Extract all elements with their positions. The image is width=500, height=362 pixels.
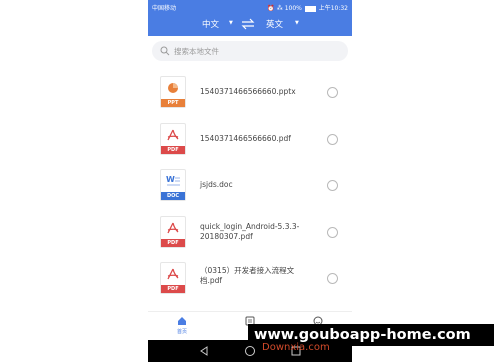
- file-row[interactable]: PDF 1540371466566660.pdf: [148, 123, 352, 163]
- svg-text:W: W: [166, 175, 175, 184]
- status-indicators: ⏰ ⁂ 100%: [267, 5, 304, 12]
- pdf-logo-icon: [167, 222, 179, 234]
- pdf-file-icon: PDF: [160, 216, 186, 248]
- status-time: 上午10:32: [318, 5, 348, 12]
- select-radio[interactable]: [327, 87, 338, 98]
- pdf-file-icon: PDF: [160, 123, 186, 155]
- file-name: 1540371466566660.pptx: [200, 87, 296, 96]
- source-language-selector[interactable]: 中文: [202, 18, 219, 30]
- file-type-badge: PDF: [161, 285, 185, 293]
- watermark-sub: Downxia.com: [262, 342, 330, 353]
- file-name: （0315）开发者接入流程文档.pdf: [200, 266, 295, 285]
- file-type-badge: PDF: [161, 146, 185, 154]
- file-name: quick_login_Android-5.3.3-20180307.pdf: [200, 222, 300, 241]
- caret-down-icon[interactable]: ▼: [229, 20, 233, 26]
- file-row[interactable]: PDF （0315）开发者接入流程文档.pdf: [148, 262, 352, 302]
- home-icon: [178, 317, 186, 325]
- phone-screen: 中国移动 ⏰ ⁂ 100% 上午10:32 中文 ▼ 英文 ▼ 搜索本地文件 P…: [148, 0, 352, 362]
- ppt-file-icon: PPT: [160, 76, 186, 108]
- file-type-badge: PPT: [161, 99, 185, 107]
- tab-home[interactable]: 首页: [162, 316, 202, 338]
- select-radio[interactable]: [327, 134, 338, 145]
- select-radio[interactable]: [327, 227, 338, 238]
- battery-icon: [304, 5, 316, 12]
- status-right: ⏰ ⁂ 100% 上午10:32: [267, 3, 348, 12]
- search-icon: [160, 46, 170, 56]
- doc-file-icon: W DOC: [160, 169, 186, 201]
- file-row[interactable]: PPT 1540371466566660.pptx: [148, 76, 352, 116]
- file-name: jsjds.doc: [200, 180, 233, 189]
- pdf-file-icon: PDF: [160, 262, 186, 294]
- file-name: 1540371466566660.pdf: [200, 134, 291, 143]
- file-row[interactable]: W DOC jsjds.doc: [148, 169, 352, 209]
- file-row[interactable]: PDF quick_login_Android-5.3.3-20180307.p…: [148, 216, 352, 256]
- search-input[interactable]: 搜索本地文件: [174, 46, 219, 57]
- select-radio[interactable]: [327, 273, 338, 284]
- pie-chart-icon: [168, 83, 178, 93]
- status-bar: 中国移动 ⏰ ⁂ 100% 上午10:32: [148, 0, 352, 13]
- home-circle-icon[interactable]: [244, 345, 256, 357]
- target-language-selector[interactable]: 英文: [266, 18, 283, 30]
- file-type-badge: PDF: [161, 239, 185, 247]
- pdf-logo-icon: [167, 268, 179, 280]
- caret-down-icon[interactable]: ▼: [295, 20, 299, 26]
- select-radio[interactable]: [327, 180, 338, 191]
- file-type-badge: DOC: [161, 192, 185, 200]
- swap-languages-icon[interactable]: [241, 17, 255, 31]
- word-logo-icon: W: [166, 175, 180, 186]
- carrier-label: 中国移动: [152, 5, 177, 12]
- back-icon[interactable]: [198, 345, 210, 357]
- pdf-logo-icon: [167, 129, 179, 141]
- search-bar[interactable]: 搜索本地文件: [152, 41, 348, 61]
- app-header: 中文 ▼ 英文 ▼: [148, 13, 352, 36]
- tab-label: 首页: [176, 329, 187, 335]
